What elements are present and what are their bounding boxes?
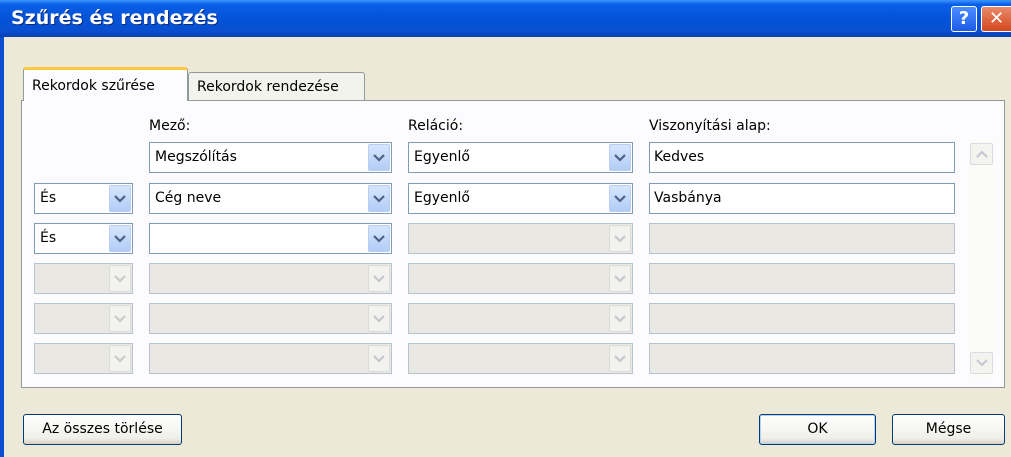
relation-dropdown-row-4 xyxy=(408,263,633,294)
conjunction-dropdown-row-5 xyxy=(34,303,133,334)
field-dropdown-row-1[interactable]: Megszólítás xyxy=(149,142,392,173)
conjunction-dropdown-row-3[interactable]: És xyxy=(34,223,133,254)
chevron-down-icon xyxy=(975,359,988,367)
chevron-down-icon xyxy=(614,354,626,363)
chevron-down-icon xyxy=(373,314,385,323)
dropdown-button xyxy=(609,305,631,332)
chevron-down-icon xyxy=(614,194,626,203)
dropdown-button[interactable] xyxy=(109,185,131,212)
compare-value: Vasbánya xyxy=(654,190,722,206)
dropdown-button xyxy=(368,345,390,372)
tab-sort-records[interactable]: Rekordok rendezése xyxy=(188,72,365,102)
compare-input-row-5 xyxy=(649,303,955,334)
field-dropdown-row-6 xyxy=(149,343,392,374)
chevron-down-icon xyxy=(373,274,385,283)
dropdown-button xyxy=(609,265,631,292)
chevron-down-icon xyxy=(114,354,126,363)
filter-scrollbar[interactable] xyxy=(969,139,994,378)
dropdown-button[interactable] xyxy=(109,225,131,252)
dropdown-button[interactable] xyxy=(368,144,390,171)
dropdown-button xyxy=(109,265,131,292)
chevron-down-icon xyxy=(614,153,626,162)
scroll-down-button[interactable] xyxy=(970,352,993,374)
chevron-down-icon xyxy=(614,234,626,243)
scroll-up-button[interactable] xyxy=(970,143,993,165)
relation-dropdown-row-5 xyxy=(408,303,633,334)
conjunction-value: És xyxy=(40,230,57,246)
chevron-down-icon xyxy=(373,153,385,162)
field-dropdown-row-5 xyxy=(149,303,392,334)
chevron-down-icon xyxy=(114,274,126,283)
close-button[interactable]: ✕ xyxy=(981,6,1011,32)
compare-input-row-1[interactable]: Kedves xyxy=(649,142,955,173)
chevron-up-icon xyxy=(975,150,988,158)
field-value: Cég neve xyxy=(155,190,222,206)
conjunction-value: És xyxy=(40,190,57,206)
field-column-label: Mező: xyxy=(149,118,191,134)
chevron-down-icon xyxy=(614,274,626,283)
relation-dropdown-row-6 xyxy=(408,343,633,374)
title-bar: Szűrés és rendezés ? ✕ xyxy=(0,0,1011,37)
compare-value: Kedves xyxy=(654,149,705,165)
compare-input-row-4 xyxy=(649,263,955,294)
help-button[interactable]: ? xyxy=(951,6,977,32)
dropdown-button xyxy=(109,345,131,372)
dropdown-button xyxy=(609,225,631,252)
window-title: Szűrés és rendezés xyxy=(11,7,218,29)
chevron-down-icon xyxy=(373,354,385,363)
compare-input-row-2[interactable]: Vasbánya xyxy=(649,183,955,214)
field-dropdown-row-2[interactable]: Cég neve xyxy=(149,183,392,214)
conjunction-dropdown-row-4 xyxy=(34,263,133,294)
dropdown-button xyxy=(609,345,631,372)
cancel-button[interactable]: Mégse xyxy=(892,414,1005,445)
relation-value: Egyenlő xyxy=(414,149,470,165)
relation-dropdown-row-1[interactable]: Egyenlő xyxy=(408,142,633,173)
tab-filter-records[interactable]: Rekordok szűrése xyxy=(23,67,188,101)
ok-button[interactable]: OK xyxy=(759,414,876,445)
conjunction-dropdown-row-2[interactable]: És xyxy=(34,183,133,214)
chevron-down-icon xyxy=(114,234,126,243)
compare-input-row-3 xyxy=(649,223,955,254)
compare-column-label: Viszonyítási alap: xyxy=(649,118,771,134)
chevron-down-icon xyxy=(114,194,126,203)
field-dropdown-row-4 xyxy=(149,263,392,294)
dropdown-button[interactable] xyxy=(368,185,390,212)
compare-input-row-6 xyxy=(649,343,955,374)
field-value: Megszólítás xyxy=(155,149,237,165)
dropdown-button xyxy=(109,305,131,332)
chevron-down-icon xyxy=(614,314,626,323)
dropdown-button[interactable] xyxy=(368,225,390,252)
chevron-down-icon xyxy=(373,194,385,203)
dropdown-button xyxy=(368,265,390,292)
relation-column-label: Reláció: xyxy=(408,118,464,134)
relation-dropdown-row-2[interactable]: Egyenlő xyxy=(408,183,633,214)
conjunction-dropdown-row-6 xyxy=(34,343,133,374)
field-dropdown-row-3[interactable] xyxy=(149,223,392,254)
dropdown-button xyxy=(368,305,390,332)
dropdown-button[interactable] xyxy=(609,144,631,171)
chevron-down-icon xyxy=(373,234,385,243)
relation-dropdown-row-3 xyxy=(408,223,633,254)
chevron-down-icon xyxy=(114,314,126,323)
clear-all-button[interactable]: Az összes törlése xyxy=(23,414,182,445)
relation-value: Egyenlő xyxy=(414,190,470,206)
dropdown-button[interactable] xyxy=(609,185,631,212)
